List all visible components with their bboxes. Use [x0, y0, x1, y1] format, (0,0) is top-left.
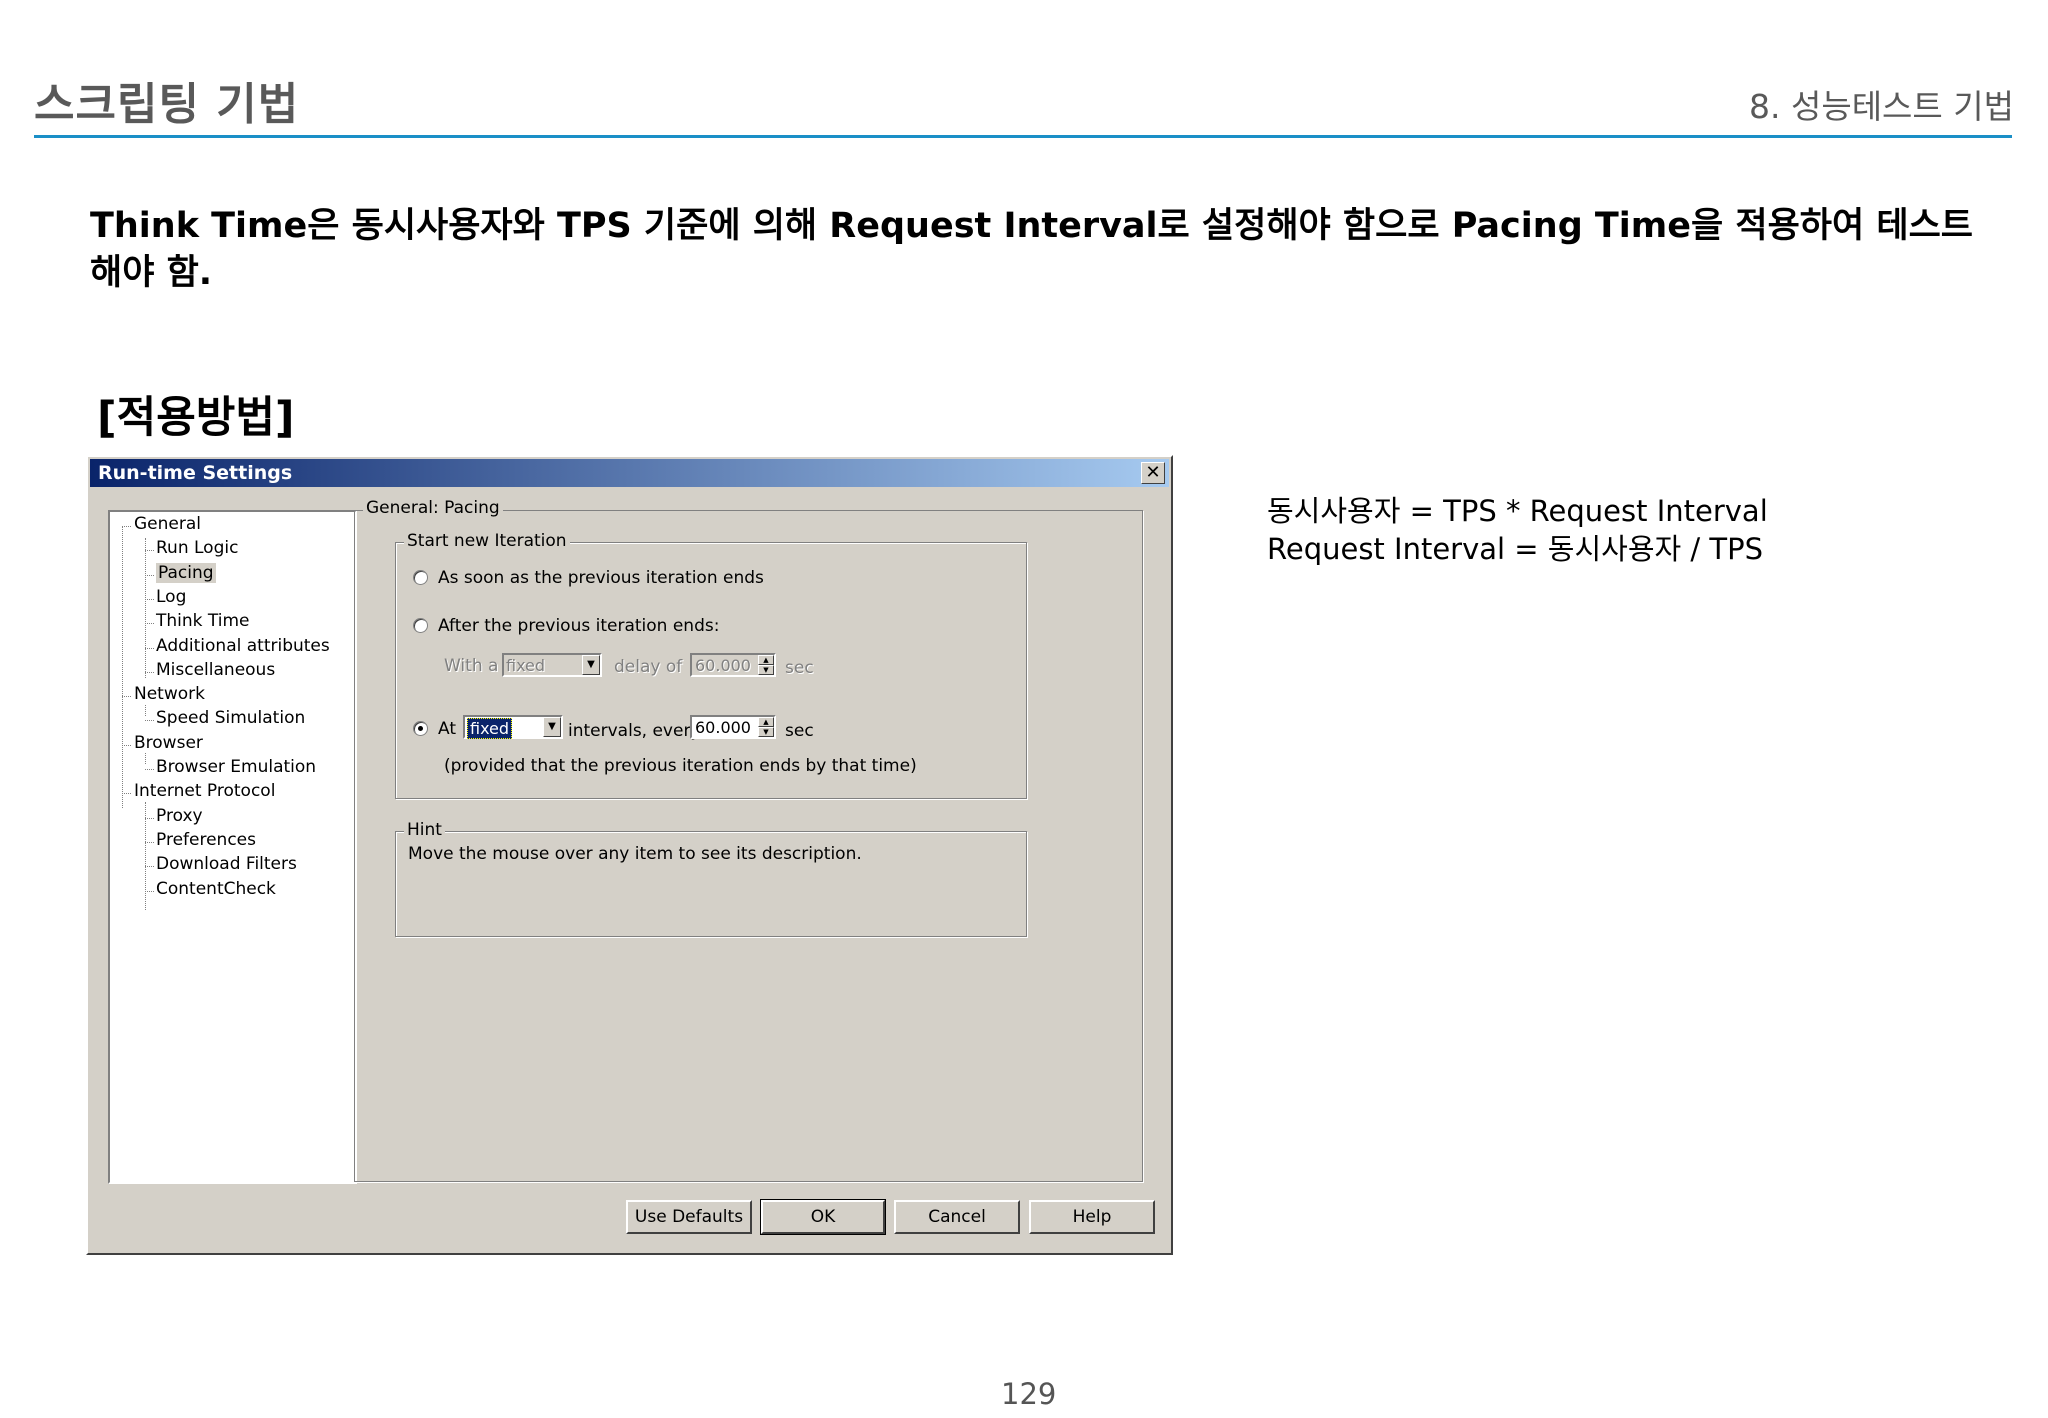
- sec-label: sec: [785, 721, 814, 741]
- settings-tree[interactable]: General Run Logic Pacing Log Think Time Addit…: [108, 510, 357, 1184]
- tree-connector: [145, 841, 154, 843]
- formula-concurrent-users: 동시사용자 = TPS * Request Interval: [1267, 494, 1768, 528]
- option-asap-label[interactable]: As soon as the previous iteration ends: [438, 568, 764, 588]
- help-button[interactable]: Help: [1029, 1200, 1155, 1234]
- tree-connector: [145, 647, 154, 649]
- use-defaults-button[interactable]: Use Defaults: [626, 1200, 752, 1234]
- start-iteration-group: Start new Iteration As soon as the previ…: [395, 531, 1027, 799]
- tree-item-log[interactable]: Log: [156, 587, 186, 607]
- tree-connector: [145, 866, 154, 868]
- cancel-button[interactable]: Cancel: [894, 1200, 1020, 1234]
- tree-item-network[interactable]: Network: [134, 684, 205, 704]
- pacing-pane: General: Pacing Start new Iteration As s…: [354, 498, 1143, 1182]
- radio-at[interactable]: [413, 721, 428, 736]
- spin-up-icon: ▲: [758, 655, 774, 665]
- tree-item-contentcheck[interactable]: ContentCheck: [156, 879, 276, 899]
- after-delay-type-value: fixed: [506, 656, 546, 675]
- tree-item-proxy[interactable]: Proxy: [156, 806, 203, 826]
- after-delay-type-combo: fixed ▼: [502, 653, 602, 677]
- delay-of-label: delay of: [614, 657, 683, 677]
- at-interval-type-value: fixed: [467, 718, 513, 739]
- tree-connector: [122, 744, 131, 746]
- tree-connector: [145, 623, 154, 625]
- tree-connector: [122, 526, 123, 808]
- tree-connector: [145, 817, 154, 819]
- tree-connector: [145, 720, 154, 722]
- option-at-label[interactable]: At: [438, 719, 456, 739]
- tree-connector: [122, 696, 131, 698]
- dialog-titlebar[interactable]: Run-time Settings ✕: [90, 459, 1169, 487]
- tree-connector: [145, 550, 154, 552]
- method-heading: [적용방법]: [97, 393, 295, 443]
- page-number: 129: [1001, 1377, 1057, 1411]
- tree-item-miscellaneous[interactable]: Miscellaneous: [156, 660, 275, 680]
- slide-title: 스크립팅 기법: [34, 79, 300, 130]
- close-button[interactable]: ✕: [1141, 462, 1165, 484]
- spin-down-icon[interactable]: ▼: [758, 727, 774, 737]
- tree-item-pacing[interactable]: Pacing: [156, 562, 216, 583]
- tree-item-general[interactable]: General: [134, 514, 201, 534]
- formula-request-interval: Request Interval = 동시사용자 / TPS: [1267, 532, 1764, 566]
- hint-label: Hint: [404, 820, 445, 840]
- chevron-down-icon: ▼: [582, 655, 600, 675]
- tree-connector: [145, 538, 146, 678]
- tree-item-internet-protocol[interactable]: Internet Protocol: [134, 781, 275, 801]
- provided-note: (provided that the previous iteration en…: [444, 756, 917, 776]
- tree-item-speed-simulation[interactable]: Speed Simulation: [156, 708, 305, 728]
- tree-connector: [145, 574, 154, 576]
- dialog-title: Run-time Settings: [98, 462, 293, 484]
- with-a-label: With a: [444, 656, 499, 676]
- tree-connector: [122, 526, 131, 527]
- pane-title: General: Pacing: [363, 498, 503, 518]
- at-interval-value[interactable]: 60.000: [695, 718, 751, 737]
- radio-after[interactable]: [413, 618, 428, 633]
- tree-connector: [145, 753, 146, 764]
- spin-down-icon: ▼: [758, 665, 774, 675]
- option-after-label[interactable]: After the previous iteration ends:: [438, 616, 719, 636]
- tree-connector: [145, 671, 154, 673]
- tree-item-preferences[interactable]: Preferences: [156, 830, 256, 850]
- section-name: 8. 성능테스트 기법: [1749, 87, 2014, 126]
- tree-connector: [145, 705, 146, 716]
- chevron-down-icon[interactable]: ▼: [543, 717, 561, 737]
- tree-connector: [145, 890, 154, 892]
- at-interval-type-combo[interactable]: fixed ▼: [463, 715, 563, 739]
- radio-asap[interactable]: [413, 570, 428, 585]
- tree-item-browser[interactable]: Browser: [134, 733, 203, 753]
- tree-connector: [145, 598, 154, 600]
- tree-item-browser-emulation[interactable]: Browser Emulation: [156, 757, 316, 777]
- tree-item-additional-attributes[interactable]: Additional attributes: [156, 636, 330, 656]
- radio-selected-dot: [418, 726, 423, 731]
- start-iteration-label: Start new Iteration: [404, 531, 570, 551]
- title-divider: [34, 135, 2012, 138]
- tree-connector: [145, 769, 154, 770]
- at-interval-spinner[interactable]: 60.000 ▲ ▼: [690, 715, 776, 739]
- ok-button[interactable]: OK: [760, 1199, 886, 1235]
- tree-item-download-filters[interactable]: Download Filters: [156, 854, 297, 874]
- tree-connector: [122, 793, 131, 795]
- sec-label-disabled: sec: [785, 658, 814, 678]
- hint-text: Move the mouse over any item to see its …: [408, 844, 862, 864]
- hint-group: Hint Move the mouse over any item to see…: [395, 820, 1027, 937]
- headline-text: Think Time은 동시사용자와 TPS 기준에 의해 Request In…: [90, 206, 1973, 293]
- tree-item-run-logic[interactable]: Run Logic: [156, 538, 238, 558]
- after-delay-spinner: 60.000 ▲ ▼: [690, 653, 776, 677]
- spin-up-icon[interactable]: ▲: [758, 717, 774, 727]
- after-delay-value: 60.000: [695, 656, 751, 675]
- intervals-every-label: intervals, every: [568, 721, 701, 741]
- close-icon: ✕: [1145, 462, 1161, 483]
- run-time-settings-dialog: Run-time Settings ✕ General Run Logic Paci…: [86, 455, 1173, 1255]
- tree-item-think-time[interactable]: Think Time: [156, 611, 250, 631]
